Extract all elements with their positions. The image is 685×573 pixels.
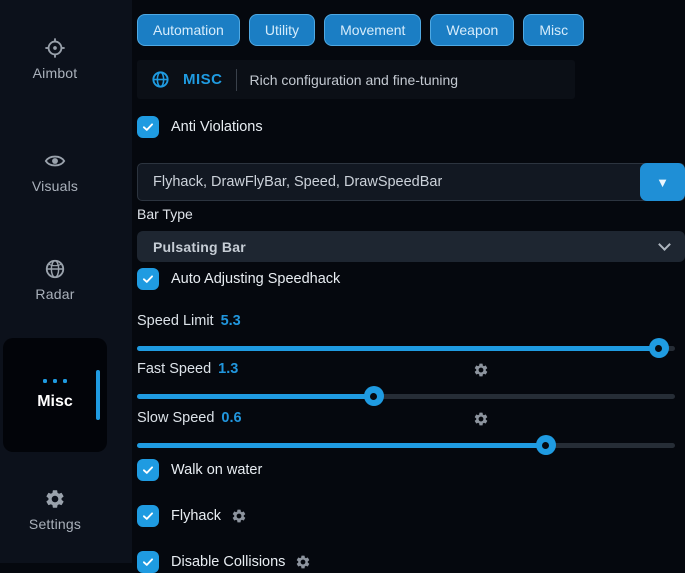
slider-label-row-slow-speed: Slow Speed 0.6 <box>137 410 242 426</box>
slider-thumb[interactable] <box>364 386 384 406</box>
gear-icon[interactable] <box>473 411 489 427</box>
slider-thumb[interactable] <box>536 435 556 455</box>
slider-thumb[interactable] <box>649 338 669 358</box>
checkbox-anti-violations[interactable] <box>137 116 159 138</box>
feature-multiselect-dropdown-button[interactable]: ▼ <box>640 163 685 201</box>
sidebar-item-label: Aimbot <box>33 65 78 81</box>
slider-label: Slow Speed <box>137 410 214 426</box>
eye-icon <box>44 150 66 172</box>
check-icon <box>141 509 155 523</box>
ellipsis-icon <box>43 379 67 383</box>
section-subtitle: Rich configuration and fine-tuning <box>250 72 459 88</box>
sidebar-item-radar[interactable]: Radar <box>0 258 110 302</box>
checkbox-walk-on-water[interactable] <box>137 459 159 481</box>
checkbox-label: Auto Adjusting Speedhack <box>171 271 340 287</box>
slider-value: 1.3 <box>218 361 238 377</box>
sidebar-item-settings[interactable]: Settings <box>0 488 110 532</box>
slider-label-row-speed-limit: Speed Limit 5.3 <box>137 313 241 329</box>
bar-type-label: Bar Type <box>137 206 193 222</box>
gear-icon[interactable] <box>231 508 247 524</box>
slider-label: Fast Speed <box>137 361 211 377</box>
slider-fill <box>137 346 659 351</box>
checkbox-row-anti-violations: Anti Violations <box>137 116 263 138</box>
slider-fast-speed[interactable] <box>137 386 675 406</box>
checkbox-row-flyhack: Flyhack <box>137 505 247 527</box>
tab-misc[interactable]: Misc <box>523 14 584 46</box>
chevron-down-icon <box>658 238 671 251</box>
caret-down-icon: ▼ <box>656 175 669 190</box>
globe-icon <box>44 258 66 280</box>
slider-value: 5.3 <box>221 313 241 329</box>
section-title: MISC <box>183 71 223 88</box>
tab-utility[interactable]: Utility <box>249 14 315 46</box>
section-header: MISC Rich configuration and fine-tuning <box>137 60 575 99</box>
slider-label-row-fast-speed: Fast Speed 1.3 <box>137 361 238 377</box>
checkbox-label: Flyhack <box>171 508 221 524</box>
slider-slow-speed[interactable] <box>137 435 675 455</box>
feature-multiselect-value: Flyhack, DrawFlyBar, Speed, DrawSpeedBar <box>153 174 442 190</box>
sidebar-item-misc[interactable]: Misc <box>3 338 107 452</box>
slider-label: Speed Limit <box>137 313 214 329</box>
checkbox-row-disable-collisions: Disable Collisions <box>137 551 311 573</box>
check-icon <box>141 463 155 477</box>
slider-fill <box>137 443 546 448</box>
checkbox-label: Anti Violations <box>171 119 263 135</box>
checkbox-label: Walk on water <box>171 462 262 478</box>
divider <box>236 69 237 91</box>
active-indicator-bar <box>96 370 100 420</box>
bar-type-select[interactable]: Pulsating Bar <box>137 231 685 262</box>
bar-type-value: Pulsating Bar <box>153 239 246 255</box>
check-icon <box>141 555 155 569</box>
checkbox-auto-adjust[interactable] <box>137 268 159 290</box>
slider-fill <box>137 394 374 399</box>
gear-icon[interactable] <box>473 362 489 378</box>
sidebar: Aimbot Visuals Radar Misc Settings <box>0 0 132 563</box>
globe-icon <box>151 70 170 89</box>
sidebar-item-label: Settings <box>29 516 81 532</box>
sidebar-item-label: Radar <box>35 286 74 302</box>
main-panel: Automation Utility Movement Weapon Misc … <box>137 0 685 563</box>
tab-automation[interactable]: Automation <box>137 14 240 46</box>
checkbox-row-walk-on-water: Walk on water <box>137 459 262 481</box>
gear-icon <box>44 488 66 510</box>
sidebar-item-visuals[interactable]: Visuals <box>0 150 110 194</box>
check-icon <box>141 120 155 134</box>
check-icon <box>141 272 155 286</box>
sidebar-item-misc-active[interactable]: Misc <box>3 338 107 452</box>
checkbox-flyhack[interactable] <box>137 505 159 527</box>
feature-multiselect[interactable]: Flyhack, DrawFlyBar, Speed, DrawSpeedBar <box>137 163 685 201</box>
crosshair-icon <box>44 37 66 59</box>
gear-icon[interactable] <box>295 554 311 570</box>
slider-speed-limit[interactable] <box>137 338 675 358</box>
slider-value: 0.6 <box>221 410 241 426</box>
checkbox-label: Disable Collisions <box>171 554 285 570</box>
checkbox-row-auto-adjust: Auto Adjusting Speedhack <box>137 268 340 290</box>
sidebar-item-label: Misc <box>37 393 73 411</box>
sidebar-item-aimbot[interactable]: Aimbot <box>0 37 110 81</box>
tab-weapon[interactable]: Weapon <box>430 14 514 46</box>
category-tabs: Automation Utility Movement Weapon Misc <box>137 14 584 46</box>
checkbox-disable-collisions[interactable] <box>137 551 159 573</box>
tab-movement[interactable]: Movement <box>324 14 421 46</box>
sidebar-item-label: Visuals <box>32 178 78 194</box>
